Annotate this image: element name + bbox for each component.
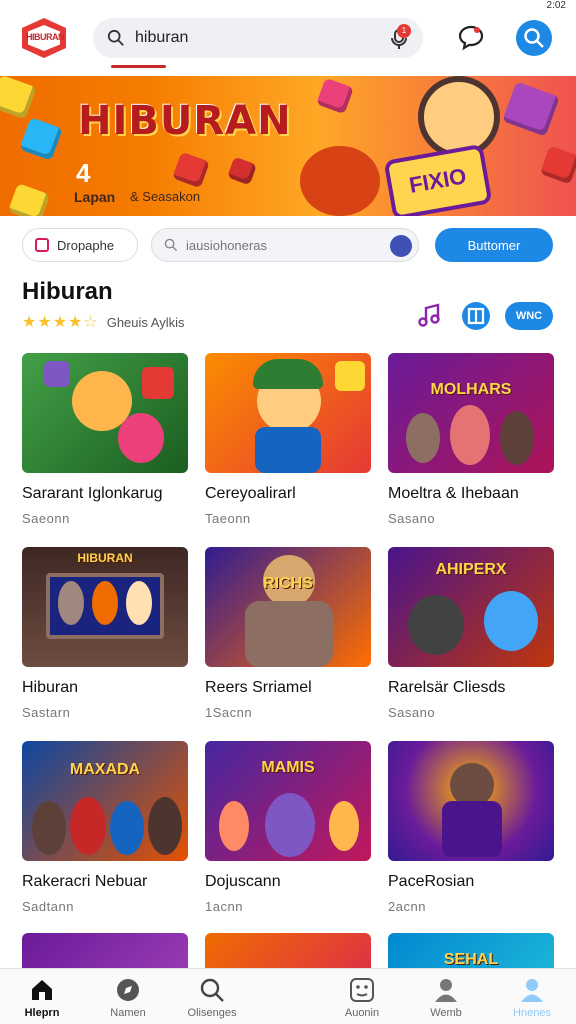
card-meta: Taeonn: [205, 511, 251, 526]
nav-search[interactable]: Olisenges: [176, 977, 248, 1019]
mic-button[interactable]: 1: [387, 24, 411, 50]
rating-row: ★★★★☆ Gheuis Aylkis: [22, 312, 185, 332]
notification-badge: 1: [397, 24, 411, 38]
nav-games[interactable]: Auonin: [326, 977, 398, 1019]
compass-icon: [117, 979, 139, 1001]
filter-input[interactable]: [186, 237, 386, 253]
character-illustration: [418, 76, 500, 158]
bottom-navigation: Hleprn Namen Olisenges Auonin Wemb Hnene…: [0, 968, 576, 1024]
chip-label: Dropaphe: [57, 237, 115, 253]
filter-search[interactable]: [151, 228, 419, 262]
nav-profile[interactable]: Hnenes: [496, 977, 568, 1019]
search-icon: [524, 28, 544, 48]
cube-decoration: [316, 77, 354, 115]
star-rating: ★★★★☆: [22, 314, 99, 331]
card-title: Moeltra & Ihebaan: [388, 485, 519, 502]
primary-button[interactable]: Buttomer: [435, 228, 553, 262]
banner-number: 4: [76, 158, 91, 188]
game-card[interactable]: AHIPERX Rarelsär Cliesds Sasano: [388, 547, 554, 720]
card-meta: Sadtann: [22, 899, 74, 914]
section-title: Hiburan: [22, 278, 113, 305]
game-thumbnail[interactable]: [205, 353, 371, 473]
cube-decoration: [539, 145, 576, 185]
store-icon: [462, 302, 490, 330]
game-thumbnail[interactable]: [22, 353, 188, 473]
search-icon: [164, 238, 178, 252]
banner-title: HIBURAN: [78, 98, 292, 144]
banner-subtitle: Lapan: [74, 189, 116, 205]
character-illustration: [300, 146, 380, 216]
cube-decoration: [172, 151, 210, 189]
search-input[interactable]: [135, 29, 375, 47]
chat-button[interactable]: [455, 22, 487, 54]
music-icon: [418, 303, 440, 327]
game-thumbnail[interactable]: MAXADA: [22, 741, 188, 861]
cube-decoration: [7, 183, 51, 216]
game-thumbnail[interactable]: MAMIS: [205, 741, 371, 861]
card-title: Rarelsär Cliesds: [388, 679, 506, 696]
search-underline: [111, 65, 166, 68]
tag-icon: [35, 238, 49, 252]
banner-caption: & Seasakon: [130, 189, 201, 204]
rating-label: Gheuis Aylkis: [106, 314, 185, 330]
game-thumbnail[interactable]: HIBURAN: [22, 547, 188, 667]
game-card[interactable]: PaceRosian 2acnn: [388, 741, 554, 914]
game-thumbnail[interactable]: [388, 741, 554, 861]
game-card[interactable]: Cereyoalirarl Taeonn: [205, 353, 371, 526]
card-title: Cereyoalirarl: [205, 485, 296, 502]
card-title: Reers Srriamel: [205, 679, 312, 696]
card-meta: Sasano: [388, 511, 436, 526]
logo-text: HIBURAN: [26, 32, 65, 42]
banner-sign: FIXIO: [383, 143, 493, 216]
nav-explore[interactable]: Namen: [92, 977, 164, 1019]
game-icon: [350, 978, 374, 1002]
card-title: PaceRosian: [388, 873, 475, 890]
game-card[interactable]: MAXADA Rakeracri Nebuar Sadtann: [22, 741, 188, 914]
game-card[interactable]: MAMIS Dojuscann 1acnn: [205, 741, 371, 914]
nav-home[interactable]: Hleprn: [6, 977, 78, 1019]
card-meta: Sastarn: [22, 705, 71, 720]
compass-icon[interactable]: [390, 235, 412, 257]
game-thumbnail[interactable]: MOLHARS: [388, 353, 554, 473]
game-card[interactable]: MOLHARS Moeltra & Ihebaan Sasano: [388, 353, 554, 526]
card-meta: Saeonn: [22, 511, 70, 526]
game-card[interactable]: Sararant Iglonkarug Saeonn: [22, 353, 188, 526]
home-icon: [32, 980, 52, 1000]
cube-decoration: [19, 117, 63, 161]
card-meta: 1Sacnn: [205, 705, 253, 720]
card-meta: Sasano: [388, 705, 436, 720]
card-title: Sararant Iglonkarug: [22, 485, 163, 502]
nav-community[interactable]: Wemb: [410, 977, 482, 1019]
search-bar[interactable]: 1: [93, 18, 423, 58]
category-chip[interactable]: Dropaphe: [22, 228, 138, 262]
card-title: Hiburan: [22, 679, 79, 696]
card-meta: 2acnn: [388, 899, 426, 914]
cube-decoration: [0, 76, 37, 120]
user-icon: [435, 979, 457, 1002]
game-thumbnail[interactable]: RICHS: [205, 547, 371, 667]
card-title: Rakeracri Nebuar: [22, 873, 148, 890]
promo-banner[interactable]: FIXIO HIBURAN 4 Lapan & Seasakon: [0, 76, 576, 216]
profile-icon: [521, 979, 543, 1002]
music-button[interactable]: [414, 300, 446, 332]
cube-decoration: [226, 156, 258, 186]
cube-decoration: [502, 81, 560, 137]
search-icon: [200, 978, 224, 1002]
game-card[interactable]: RICHS Reers Srriamel 1Sacnn: [205, 547, 371, 720]
game-card[interactable]: HIBURAN Hiburan Sastarn: [22, 547, 188, 720]
pill-button[interactable]: WNC: [505, 302, 553, 330]
game-thumbnail[interactable]: AHIPERX: [388, 547, 554, 667]
card-title: Dojuscann: [205, 873, 281, 890]
store-button[interactable]: [460, 300, 492, 332]
search-icon: [107, 29, 124, 46]
search-button[interactable]: [516, 20, 552, 56]
chat-icon: [458, 25, 484, 51]
app-logo[interactable]: HIBURAN: [18, 12, 70, 64]
card-meta: 1acnn: [205, 899, 243, 914]
